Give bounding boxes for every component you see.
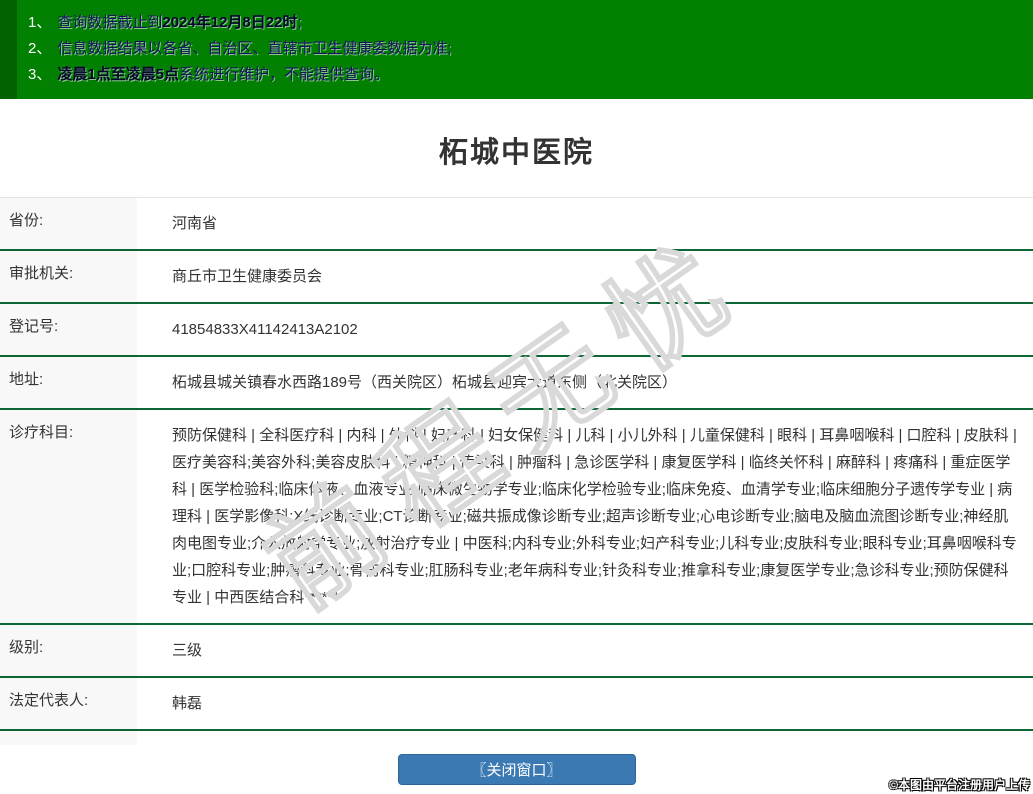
notice-text-bold: 2024年12月8日22时: [162, 14, 298, 31]
bottom-bar: 〖关闭窗口〗: [0, 745, 1033, 794]
notice-text: 信息数据结果以各省、自治区、直辖市卫生健康委数据为准;: [57, 40, 452, 57]
hospital-title: 柘城中医院: [438, 137, 594, 169]
row-value: 河南省: [172, 215, 218, 232]
row-value: 三级: [172, 642, 203, 659]
table-row-6: 级别: 三级: [0, 625, 1033, 678]
row-label: 登记号:: [0, 304, 137, 355]
notice-text: 查询数据截止到: [57, 14, 163, 31]
close-window-button[interactable]: 〖关闭窗口〗: [397, 754, 636, 785]
hospital-info-table: 省份: 河南省审批机关: 商丘市卫生健康委员会登记号: 41854833X411424…: [0, 197, 1033, 794]
table-row-7: 法定代表人: 韩磊: [0, 678, 1033, 731]
row-value: 韩磊: [172, 695, 203, 712]
notice-text: 系统进行维护，不能提供查询。: [179, 66, 390, 83]
row-label: 审批机关:: [0, 251, 137, 302]
row-value: 预防保健科 | 全科医疗科 | 内科 | 外科 | 妇产科 | 妇女保健科 | …: [172, 427, 1017, 606]
row-value: 41854833X41142413A2102: [172, 321, 358, 338]
notice-number: 3、: [28, 66, 52, 83]
notice-number: 2、: [28, 40, 52, 57]
row-label: 省份:: [0, 198, 137, 249]
table-row-2: 审批机关: 商丘市卫生健康委员会: [0, 251, 1033, 304]
notice-banner: 1、 查询数据截止到2024年12月8日22时; 2、 信息数据结果以各省、自治区、直…: [0, 0, 1033, 99]
row-value: 商丘市卫生健康委员会: [172, 268, 323, 285]
notice-text: ;: [297, 14, 302, 31]
row-label: 级别:: [0, 625, 137, 676]
notice-number: 1、: [28, 14, 52, 31]
table-row-4: 地址: 柘城县城关镇春水西路189号（西关院区）柘城县迎宾大道东侧（北关院区）: [0, 357, 1033, 410]
notice-list: 1、 查询数据截止到2024年12月8日22时; 2、 信息数据结果以各省、自治区、直…: [28, 10, 1033, 88]
notice-text-bold: 凌晨1点至凌晨5点: [57, 66, 180, 83]
row-value: 柘城县城关镇春水西路189号（西关院区）柘城县迎宾大道东侧（北关院区）: [172, 374, 678, 391]
table-row-3: 登记号: 41854833X41142413A2102: [0, 304, 1033, 357]
row-label: 诊疗科目:: [0, 410, 137, 623]
notice-line-2: 2、 信息数据结果以各省、自治区、直辖市卫生健康委数据为准;: [28, 36, 1033, 62]
row-label: 法定代表人:: [0, 678, 137, 729]
table-row-5: 诊疗科目: 预防保健科 | 全科医疗科 | 内科 | 外科 | 妇产科 | 妇女保…: [0, 410, 1033, 625]
notice-line-3: 3、 凌晨1点至凌晨5点系统进行维护，不能提供查询。: [28, 62, 1033, 88]
query-result-page: 1、 查询数据截止到2024年12月8日22时; 2、 信息数据结果以各省、自治区、直…: [0, 0, 1033, 794]
row-label: 地址:: [0, 357, 137, 408]
copyright-watermark: ©本图由平台注册用户上传: [889, 778, 1030, 792]
notice-line-1: 1、 查询数据截止到2024年12月8日22时;: [28, 10, 1033, 36]
table-row-1: 省份: 河南省: [0, 198, 1033, 251]
